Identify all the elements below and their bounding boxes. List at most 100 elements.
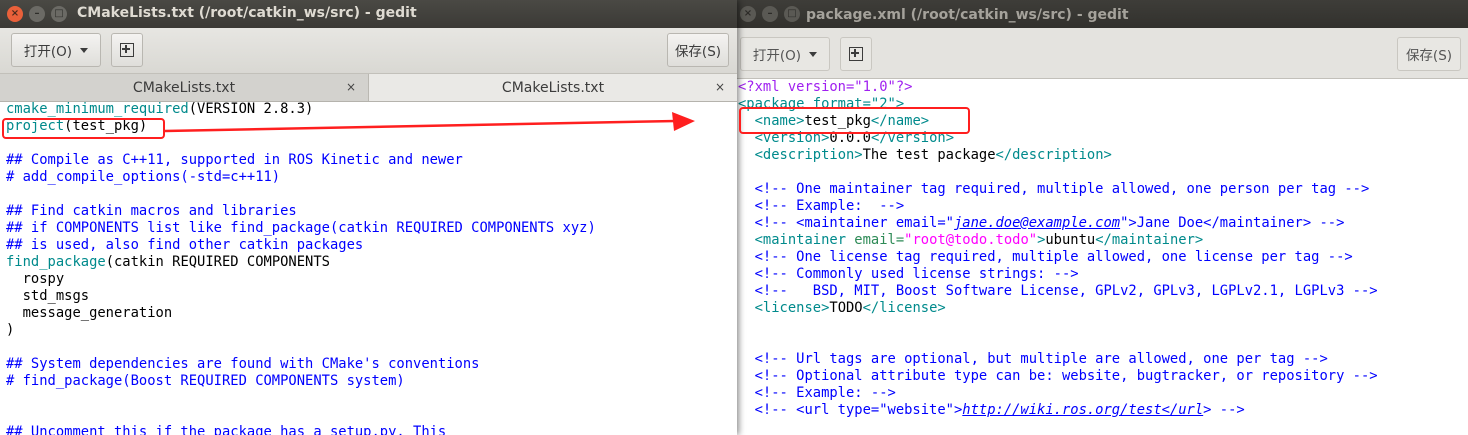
code-token: <name> (754, 113, 805, 129)
code-token: (catkin REQUIRED COMPONENTS (105, 254, 330, 270)
code-link[interactable]: http://wiki.ros.org/test</url (962, 402, 1203, 418)
window-title: package.xml (/root/catkin_ws/src) - gedi… (806, 7, 1129, 23)
code-token: </description> (995, 147, 1112, 163)
code-token: </version> (870, 130, 955, 146)
code-token: message_generation (6, 305, 173, 321)
code-token: email= (846, 232, 905, 248)
code-token: "root@todo.todo" (904, 232, 1038, 248)
code-link[interactable]: jane.doe@example.com (954, 215, 1120, 231)
code-token: ## Compile as C++11, supported in ROS Ki… (6, 152, 463, 168)
code-line: <!-- Optional attribute type can be: web… (738, 368, 1468, 385)
text-editor[interactable]: cmake_minimum_required(VERSION 2.8.3) pro… (0, 101, 737, 435)
minimize-icon[interactable]: – (29, 6, 45, 22)
code-token: # add_compile_options(-std=c++11) (6, 169, 281, 185)
code-line: <!-- <maintainer email="jane.doe@example… (738, 215, 1468, 232)
code-line: <description>The test package</descripti… (738, 147, 1468, 164)
code-token: <!-- Example: --> (738, 385, 896, 401)
minimize-icon[interactable]: – (762, 6, 778, 22)
code-line: <!-- Example: --> (738, 385, 1468, 402)
code-token: <?xml version="1.0"?> (738, 79, 913, 95)
code-token: <package format="2"> (738, 96, 905, 112)
chevron-down-icon (809, 51, 818, 57)
code-token: rospy (6, 271, 65, 287)
code-line: ## Uncomment this if the package has a s… (6, 424, 737, 435)
save-button[interactable]: 保存(S) (667, 33, 729, 67)
code-token: (VERSION 2.8.3) (188, 101, 314, 117)
code-token: (test_pkg) (64, 118, 148, 134)
code-line: <!-- <url type="website">http://wiki.ros… (738, 402, 1468, 419)
code-token: ## Find catkin macros and libraries (6, 203, 297, 219)
code-token: <!-- <url type="website"> (738, 402, 963, 418)
code-token: ## if COMPONENTS list like find_package(… (6, 220, 596, 236)
open-button-label: 打开(O) (23, 44, 73, 60)
code-token: project (6, 118, 65, 134)
code-line: <package format="2"> (738, 96, 1468, 113)
code-token: ## is used, also find other catkin packa… (6, 237, 364, 253)
new-document-button[interactable] (111, 33, 143, 67)
code-line: find_package(catkin REQUIRED COMPONENTS (6, 254, 737, 271)
code-token: ubuntu (1045, 232, 1096, 248)
code-line: ## is used, also find other catkin packa… (6, 237, 737, 254)
code-token: ## Uncomment this if the package has a s… (6, 424, 447, 435)
gedit-window-package-xml: × – □ package.xml (/root/catkin_ws/src) … (737, 0, 1468, 435)
maximize-icon[interactable]: □ (784, 6, 800, 22)
save-button[interactable]: 保存(S) (1397, 37, 1461, 71)
code-token: test_pkg (804, 113, 871, 129)
code-line: <version>0.0.0</version> (738, 130, 1468, 147)
tab-close-icon[interactable]: × (346, 80, 356, 94)
new-document-icon (120, 43, 134, 57)
text-editor[interactable]: <?xml version="1.0"?> <package format="2"… (737, 79, 1468, 419)
close-icon[interactable]: × (740, 6, 756, 22)
tab-label: CMakeLists.txt (501, 79, 605, 96)
code-token: # find_package(Boost REQUIRED COMPONENTS… (6, 373, 405, 389)
gedit-window-cmakelists: × – □ CMakeLists.txt (/root/catkin_ws/sr… (0, 0, 737, 435)
tab-cmakelists-2[interactable]: CMakeLists.txt × (369, 74, 737, 101)
close-icon[interactable]: × (7, 6, 23, 22)
code-token: <!-- One license tag required, multiple … (738, 249, 1353, 265)
code-token: <description> (754, 147, 863, 163)
code-token: </maintainer> (1095, 232, 1204, 248)
code-token: ) (6, 322, 15, 338)
maximize-icon[interactable]: □ (51, 6, 67, 22)
code-token: <!-- BSD, MIT, Boost Software License, G… (738, 283, 1378, 299)
open-button[interactable]: 打开(O) (740, 37, 830, 71)
code-line: cmake_minimum_required(VERSION 2.8.3) (6, 101, 737, 118)
window-title: CMakeLists.txt (/root/catkin_ws/src) - g… (77, 5, 417, 21)
open-button[interactable]: 打开(O) (11, 33, 101, 67)
tab-close-icon[interactable]: × (715, 80, 725, 94)
new-document-icon (849, 47, 863, 61)
code-token: <!-- Commonly used license strings: --> (738, 266, 1079, 282)
code-line: <!-- Url tags are optional, but multiple… (738, 351, 1468, 368)
title-bar[interactable]: × – □ CMakeLists.txt (/root/catkin_ws/sr… (0, 0, 737, 28)
title-bar[interactable]: × – □ package.xml (/root/catkin_ws/src) … (737, 0, 1468, 28)
code-token: 0.0.0 (829, 130, 871, 146)
code-line: <!-- Commonly used license strings: --> (738, 266, 1468, 283)
chevron-down-icon (80, 47, 89, 53)
code-token: std_msgs (6, 288, 90, 304)
tab-cmakelists-1[interactable]: CMakeLists.txt × (0, 74, 369, 101)
code-line: message_generation (6, 305, 737, 322)
code-line: ## Find catkin macros and libraries (6, 203, 737, 220)
code-line: <maintainer email="root@todo.todo">ubunt… (738, 232, 1468, 249)
code-token: > --> (1203, 402, 1245, 418)
save-button-label: 保存(S) (674, 44, 722, 60)
tab-label: CMakeLists.txt (132, 79, 236, 96)
new-document-button[interactable] (840, 37, 872, 71)
code-token: <!-- <maintainer email=" (738, 215, 954, 231)
code-line: <!-- Example: --> (738, 198, 1468, 215)
code-token: The test package (862, 147, 996, 163)
code-line: # add_compile_options(-std=c++11) (6, 169, 737, 186)
tab-bar: CMakeLists.txt × CMakeLists.txt × (0, 74, 737, 102)
code-line: <license>TODO</license> (738, 300, 1468, 317)
code-token: <!-- Example: --> (738, 198, 905, 214)
